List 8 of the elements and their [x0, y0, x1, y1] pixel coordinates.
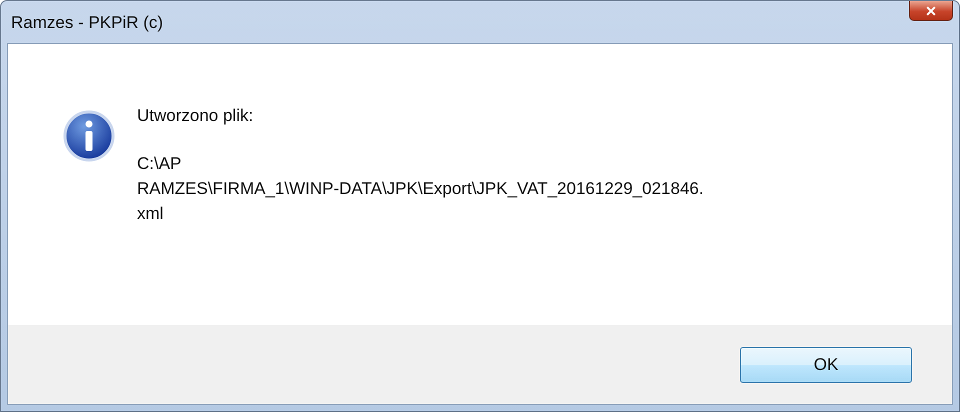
file-path-text: xml [137, 203, 164, 225]
window-title: Ramzes - PKPiR (c) [10, 13, 164, 33]
message-text: Utworzono plik: [137, 106, 254, 126]
info-icon [63, 110, 115, 162]
close-button[interactable]: × [909, 1, 953, 21]
file-path-text: RAMZES\FIRMA_1\WINP-DATA\JPK\Export\JPK_VAT_20161229_021846. [137, 178, 704, 200]
file-path-text: C:\AP [137, 153, 182, 175]
ok-button[interactable]: OK [740, 346, 912, 382]
